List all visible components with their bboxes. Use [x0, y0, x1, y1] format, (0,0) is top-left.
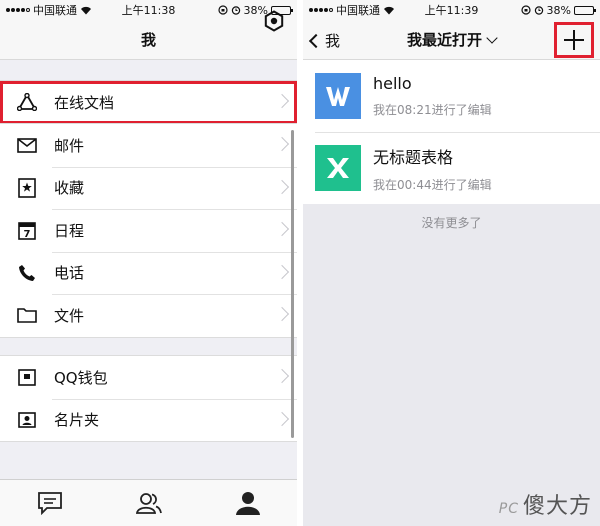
alarm-icon — [231, 6, 240, 15]
menu-item-label: 日程 — [54, 221, 85, 240]
wallet-icon — [16, 366, 38, 388]
nav-bar: 我 — [0, 20, 297, 60]
chat-icon — [37, 492, 62, 515]
mail-icon — [16, 134, 38, 156]
chevron-right-icon — [274, 307, 290, 322]
right-screen: 中国联通 上午11:39 38% 我最近打开 我 hello 我在08:21进行 — [303, 0, 600, 526]
watermark-prefix: PC — [498, 501, 519, 517]
watermark-text: 傻大方 — [522, 494, 592, 519]
recent-doc-list: hello 我在08:21进行了编辑 无标题表格 我在00:44进行了编辑 — [303, 60, 600, 204]
menu-item-favorites[interactable]: 收藏 — [0, 166, 297, 210]
chevron-right-icon — [274, 179, 290, 194]
menu-item-qq-wallet[interactable]: QQ钱包 — [0, 356, 297, 399]
carrier-label: 中国联通 — [336, 4, 380, 17]
tab-contacts[interactable] — [129, 483, 169, 523]
chevron-down-icon — [486, 31, 498, 44]
folder-icon — [16, 304, 38, 326]
sheet-doc-icon — [315, 145, 361, 191]
contacts-icon — [135, 493, 162, 514]
doc-meta: 我在00:44进行了编辑 — [373, 177, 492, 192]
rotation-lock-icon — [520, 5, 531, 15]
signal-icon — [6, 8, 30, 12]
menu-item-label: 电话 — [54, 264, 85, 283]
recent-dropdown[interactable]: 我最近打开 — [406, 29, 498, 50]
page-title: 我 — [140, 31, 156, 49]
tab-messages[interactable] — [30, 483, 70, 523]
list-item[interactable]: hello 我在08:21进行了编辑 — [303, 60, 600, 132]
word-doc-icon — [315, 73, 361, 119]
list-item[interactable]: 无标题表格 我在00:44进行了编辑 — [303, 132, 600, 204]
docs-group: 在线文档 — [0, 80, 297, 125]
menu-item-label: 在线文档 — [54, 93, 115, 112]
watermark: PC 傻大方 — [499, 488, 592, 520]
add-doc-button[interactable] — [554, 22, 594, 58]
phone-icon — [16, 262, 38, 284]
chevron-right-icon — [274, 411, 290, 426]
menu-item-label: QQ钱包 — [54, 368, 108, 387]
triangle-icon — [16, 91, 38, 113]
signal-icon — [309, 8, 333, 12]
carrier-label: 中国联通 — [33, 4, 77, 17]
menu-item-label: 文件 — [54, 306, 85, 325]
chevron-right-icon — [274, 137, 290, 152]
battery-icon — [574, 5, 596, 15]
plus-icon — [564, 30, 584, 50]
card-icon — [16, 409, 38, 431]
menu-item-schedule[interactable]: 7 日程 — [0, 209, 297, 252]
page-title: 我最近打开 — [406, 31, 482, 49]
doc-name: 无标题表格 — [373, 147, 454, 167]
status-bar: 中国联通 上午11:39 38% — [303, 0, 600, 20]
back-button[interactable]: 我 — [308, 30, 341, 51]
bookmark-icon — [16, 177, 38, 199]
menu-item-files[interactable]: 文件 — [0, 294, 297, 337]
status-bar: 中国联通 上午11:38 38% — [0, 0, 297, 20]
chevron-right-icon — [274, 222, 290, 237]
menu-item-card-holder[interactable]: 名片夹 — [0, 398, 297, 442]
tab-me[interactable] — [228, 483, 268, 523]
end-of-list-text: 没有更多了 — [421, 216, 482, 230]
svg-text:7: 7 — [24, 229, 31, 240]
back-label: 我 — [325, 32, 341, 50]
settings-icon[interactable] — [263, 10, 285, 32]
menu-item-label: 名片夹 — [54, 411, 100, 430]
menu-item-online-docs[interactable]: 在线文档 — [0, 81, 297, 124]
wifi-icon — [384, 6, 394, 14]
calendar-icon: 7 — [16, 219, 38, 241]
wallet-group: QQ钱包 名片夹 — [0, 355, 297, 442]
wifi-icon — [81, 6, 91, 14]
chevron-right-icon — [274, 264, 290, 279]
person-icon — [235, 492, 260, 515]
menu-item-phone[interactable]: 电话 — [0, 251, 297, 295]
left-screen: 中国联通 上午11:38 38% 我 在线文档 邮件 收藏 7 日程 电话 文件… — [0, 0, 297, 526]
menu-item-label: 邮件 — [54, 136, 85, 155]
main-group: 邮件 收藏 7 日程 电话 文件 — [0, 123, 297, 338]
doc-meta: 我在08:21进行了编辑 — [373, 103, 492, 117]
chevron-left-icon — [308, 33, 324, 48]
chevron-right-icon — [274, 369, 290, 384]
menu-item-label: 收藏 — [54, 179, 85, 198]
menu-item-mail[interactable]: 邮件 — [0, 124, 297, 167]
tab-bar — [0, 479, 297, 526]
scrollbar[interactable] — [291, 130, 294, 438]
rotation-lock-icon — [217, 5, 228, 15]
chevron-right-icon — [274, 94, 290, 109]
battery-percent: 38% — [546, 3, 571, 17]
alarm-icon — [534, 6, 543, 15]
doc-name: hello — [373, 74, 412, 93]
